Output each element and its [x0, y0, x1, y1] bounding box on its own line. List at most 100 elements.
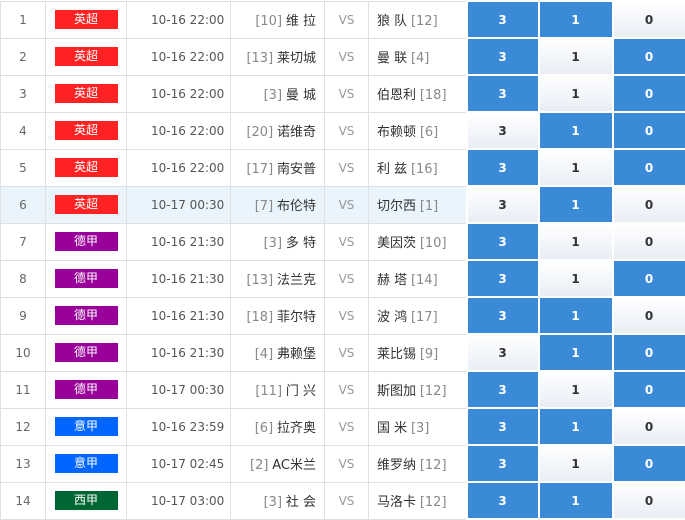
- vs-label: VS: [324, 259, 369, 298]
- away-team-cell: 国 米 [3]: [368, 407, 467, 446]
- league-badge[interactable]: 英超: [54, 195, 118, 214]
- match-list: 1 英超 10-16 22:00 [10] 维 拉 VS 狼 队 [12] 3 1 0 2 英超 10…: [0, 0, 685, 520]
- pick-draw-button[interactable]: 1: [537, 444, 614, 483]
- home-team[interactable]: 拉齐奥: [277, 421, 316, 436]
- pick-loss-button[interactable]: 0: [611, 407, 685, 446]
- away-team[interactable]: 美因茨: [377, 236, 416, 251]
- pick-win-button[interactable]: 3: [465, 148, 540, 187]
- pick-loss-button[interactable]: 0: [611, 481, 685, 520]
- pick-win-button[interactable]: 3: [465, 111, 540, 150]
- away-team[interactable]: 伯恩利: [377, 88, 416, 103]
- home-team[interactable]: 弗赖堡: [277, 347, 316, 362]
- league-cell: 德甲: [45, 222, 127, 261]
- league-badge[interactable]: 德甲: [54, 380, 118, 399]
- away-team[interactable]: 波 鸿: [377, 310, 407, 325]
- home-team[interactable]: 南安普: [277, 162, 316, 177]
- pick-draw-button[interactable]: 1: [537, 185, 614, 224]
- pick-draw-button[interactable]: 1: [537, 148, 614, 187]
- home-team[interactable]: 门 兴: [286, 384, 316, 399]
- match-time: 10-16 21:30: [126, 222, 231, 261]
- pick-draw-button[interactable]: 1: [537, 74, 614, 113]
- pick-loss-button[interactable]: 0: [611, 185, 685, 224]
- league-badge[interactable]: 英超: [54, 47, 118, 66]
- league-badge[interactable]: 德甲: [54, 269, 118, 288]
- pick-draw-button[interactable]: 1: [537, 333, 614, 372]
- pick-win-button[interactable]: 3: [465, 296, 540, 335]
- away-team[interactable]: 斯图加: [377, 384, 416, 399]
- home-rank: [2]: [250, 458, 269, 473]
- league-badge[interactable]: 英超: [54, 121, 118, 140]
- pick-loss-button[interactable]: 0: [611, 0, 685, 39]
- away-team[interactable]: 曼 联: [377, 51, 407, 66]
- match-number: 3: [0, 74, 46, 113]
- pick-draw-button[interactable]: 1: [537, 111, 614, 150]
- pick-loss-button[interactable]: 0: [611, 370, 685, 409]
- home-team[interactable]: 诺维奇: [277, 125, 316, 140]
- away-team[interactable]: 马洛卡: [377, 495, 416, 510]
- match-number: 9: [0, 296, 46, 335]
- pick-loss-button[interactable]: 0: [611, 444, 685, 483]
- away-team[interactable]: 国 米: [377, 421, 407, 436]
- home-team[interactable]: 多 特: [286, 236, 316, 251]
- pick-loss-button[interactable]: 0: [611, 111, 685, 150]
- pick-draw-button[interactable]: 1: [537, 296, 614, 335]
- pick-win-button[interactable]: 3: [465, 333, 540, 372]
- away-team-cell: 切尔西 [1]: [368, 185, 467, 224]
- pick-loss-button[interactable]: 0: [611, 296, 685, 335]
- league-badge[interactable]: 德甲: [54, 343, 118, 362]
- league-badge[interactable]: 英超: [54, 158, 118, 177]
- home-team[interactable]: 法兰克: [277, 273, 316, 288]
- away-team[interactable]: 赫 塔: [377, 273, 407, 288]
- away-team[interactable]: 利 兹: [377, 162, 407, 177]
- pick-loss-button[interactable]: 0: [611, 222, 685, 261]
- pick-win-button[interactable]: 3: [465, 444, 540, 483]
- pick-draw-button[interactable]: 1: [537, 37, 614, 76]
- pick-loss-button[interactable]: 0: [611, 148, 685, 187]
- match-row: 5 英超 10-16 22:00 [17] 南安普 VS 利 兹 [16] 3 1 0: [0, 148, 685, 187]
- pick-loss-button[interactable]: 0: [611, 74, 685, 113]
- match-number: 13: [0, 444, 46, 483]
- away-team[interactable]: 维罗纳: [377, 458, 416, 473]
- pick-win-button[interactable]: 3: [465, 259, 540, 298]
- away-team[interactable]: 切尔西: [377, 199, 416, 214]
- league-badge[interactable]: 英超: [54, 84, 118, 103]
- home-team[interactable]: 菲尔特: [277, 310, 316, 325]
- league-badge[interactable]: 英超: [54, 10, 118, 29]
- home-team[interactable]: 社 会: [286, 495, 316, 510]
- league-badge[interactable]: 德甲: [54, 306, 118, 325]
- pick-draw-button[interactable]: 1: [537, 481, 614, 520]
- pick-loss-button[interactable]: 0: [611, 259, 685, 298]
- league-badge[interactable]: 西甲: [54, 491, 118, 510]
- home-team[interactable]: AC米兰: [272, 458, 316, 473]
- pick-win-button[interactable]: 3: [465, 370, 540, 409]
- home-team-cell: [3] 社 会: [230, 481, 325, 520]
- pick-win-button[interactable]: 3: [465, 74, 540, 113]
- home-team[interactable]: 曼 城: [286, 88, 316, 103]
- pick-win-button[interactable]: 3: [465, 37, 540, 76]
- pick-win-button[interactable]: 3: [465, 222, 540, 261]
- home-team[interactable]: 莱切城: [277, 51, 316, 66]
- league-badge[interactable]: 德甲: [54, 232, 118, 251]
- pick-win-button[interactable]: 3: [465, 481, 540, 520]
- away-team[interactable]: 莱比锡: [377, 347, 416, 362]
- pick-win-button[interactable]: 3: [465, 0, 540, 39]
- league-badge[interactable]: 意甲: [54, 454, 118, 473]
- home-team[interactable]: 维 拉: [286, 14, 316, 29]
- pick-draw-button[interactable]: 1: [537, 370, 614, 409]
- pick-loss-button[interactable]: 0: [611, 333, 685, 372]
- home-team-cell: [4] 弗赖堡: [230, 333, 325, 372]
- pick-draw-button[interactable]: 1: [537, 0, 614, 39]
- pick-draw-button[interactable]: 1: [537, 259, 614, 298]
- home-team[interactable]: 布伦特: [277, 199, 316, 214]
- pick-win-button[interactable]: 3: [465, 185, 540, 224]
- pick-loss-button[interactable]: 0: [611, 37, 685, 76]
- away-team[interactable]: 布赖顿: [377, 125, 416, 140]
- pick-win-button[interactable]: 3: [465, 407, 540, 446]
- match-number: 2: [0, 37, 46, 76]
- league-badge[interactable]: 意甲: [54, 417, 118, 436]
- match-row: 7 德甲 10-16 21:30 [3] 多 特 VS 美因茨 [10] 3 1 0: [0, 222, 685, 261]
- pick-draw-button[interactable]: 1: [537, 222, 614, 261]
- pick-draw-button[interactable]: 1: [537, 407, 614, 446]
- match-row: 3 英超 10-16 22:00 [3] 曼 城 VS 伯恩利 [18] 3 1 0: [0, 74, 685, 113]
- away-team[interactable]: 狼 队: [377, 14, 407, 29]
